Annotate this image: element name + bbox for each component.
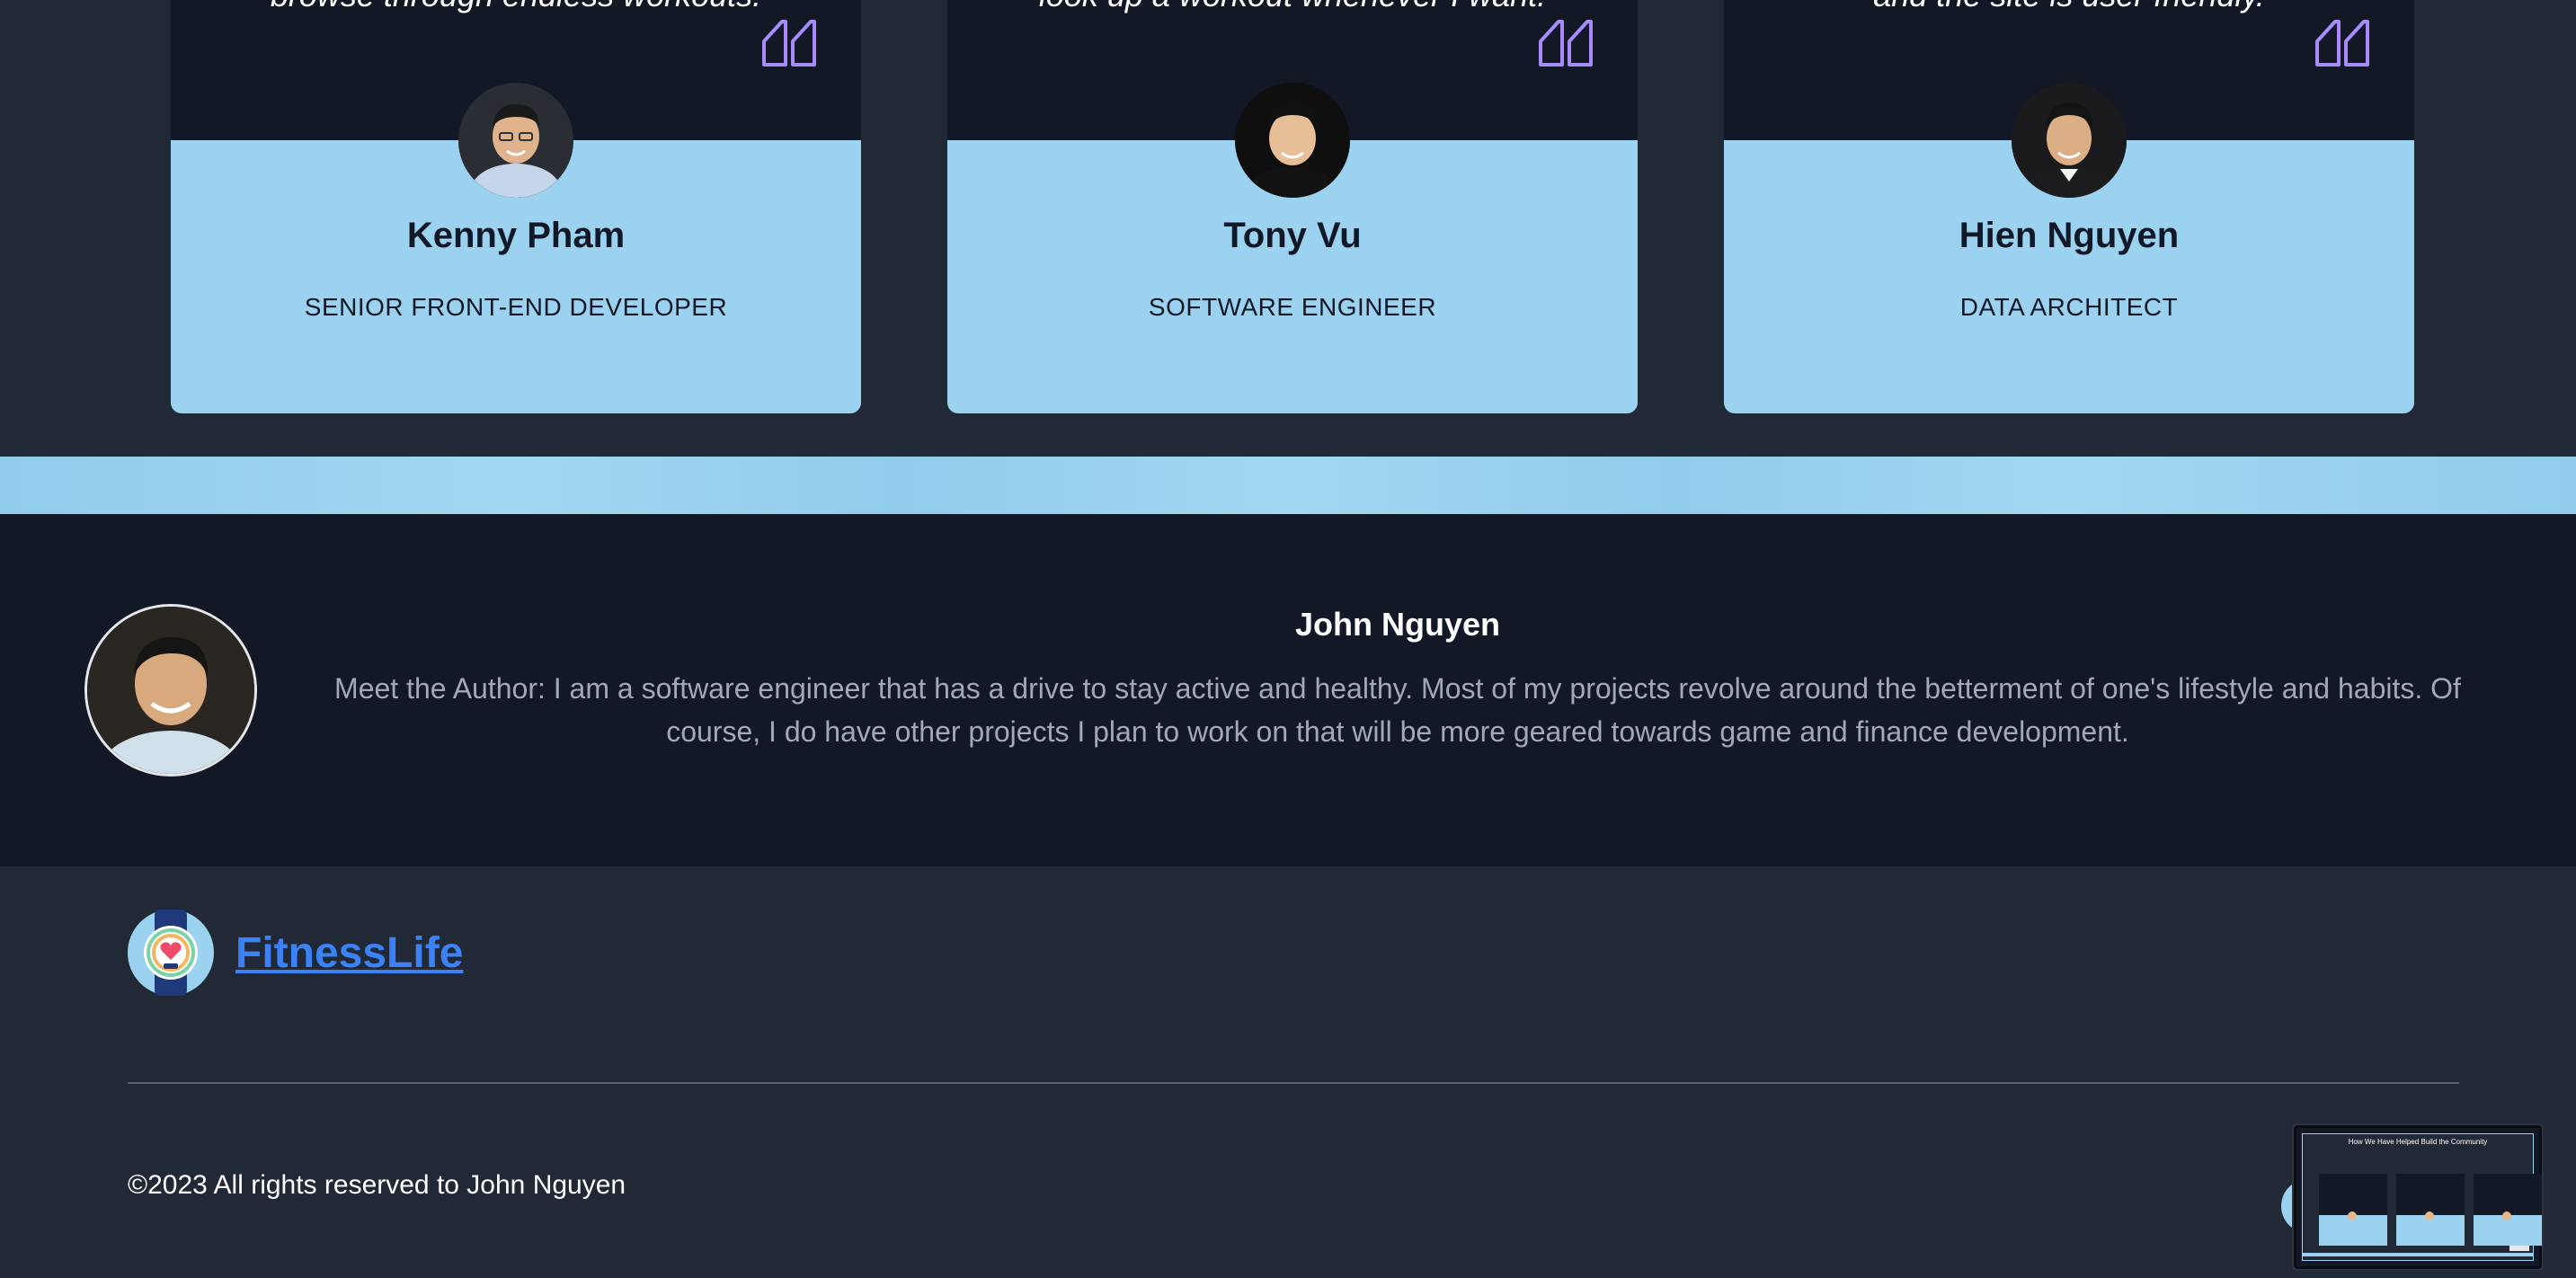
testimonial-name: Kenny Pham xyxy=(406,216,626,255)
preview-content: How We Have Helped Build the Community xyxy=(2302,1133,2542,1261)
preview-card xyxy=(2396,1174,2465,1246)
brand-name: FitnessLife xyxy=(235,928,464,977)
author-avatar xyxy=(84,604,257,777)
testimonial-name: Tony Vu xyxy=(1223,216,1362,255)
testimonials-section: browse through endless workouts. Kenny P… xyxy=(0,0,2576,457)
author-name: John Nguyen xyxy=(1294,606,1500,643)
quote-icon xyxy=(1539,20,1593,67)
copyright-text: ©2023 All rights reserved to John Nguyen xyxy=(128,1170,626,1200)
footer: FitnessLife ©2023 All rights reserved to… xyxy=(0,866,2576,1278)
page: browse through endless workouts. Kenny P… xyxy=(0,0,2576,1278)
preview-card xyxy=(2319,1174,2387,1246)
testimonial-role: SOFTWARE ENGINEER xyxy=(1148,293,1437,321)
quote-icon xyxy=(2315,20,2369,67)
fitness-heart-logo xyxy=(128,910,214,996)
divider-band xyxy=(0,457,2576,514)
testimonial-card: browse through endless workouts. Kenny P… xyxy=(171,0,861,413)
testimonial-quote: browse through endless workouts. xyxy=(171,0,861,14)
testimonial-quote: look up a workout whenever I want. xyxy=(947,0,1638,14)
testimonial-quote: and the site is user friendly. xyxy=(1724,0,2414,14)
preview-card xyxy=(2474,1174,2542,1246)
avatar xyxy=(2012,83,2127,198)
footer-divider xyxy=(128,1082,2459,1084)
testimonial-role: SENIOR FRONT-END DEVELOPER xyxy=(304,293,728,321)
testimonial-card: look up a workout whenever I want. Tony … xyxy=(947,0,1638,413)
brand-link[interactable]: FitnessLife xyxy=(128,910,463,996)
avatar xyxy=(458,83,573,198)
testimonial-card: and the site is user friendly. Hien Nguy… xyxy=(1724,0,2414,413)
testimonial-name: Hien Nguyen xyxy=(1959,216,2180,255)
screenshot-preview[interactable]: How We Have Helped Build the Community xyxy=(2294,1125,2542,1269)
avatar xyxy=(1235,83,1350,198)
author-bio: Meet the Author: I am a software enginee… xyxy=(334,672,2461,748)
testimonial-role: DATA ARCHITECT xyxy=(1959,293,2179,321)
preview-title: How We Have Helped Build the Community xyxy=(2348,1138,2488,1146)
author-section: John Nguyen Meet the Author: I am a soft… xyxy=(0,514,2576,866)
quote-icon xyxy=(762,20,816,67)
